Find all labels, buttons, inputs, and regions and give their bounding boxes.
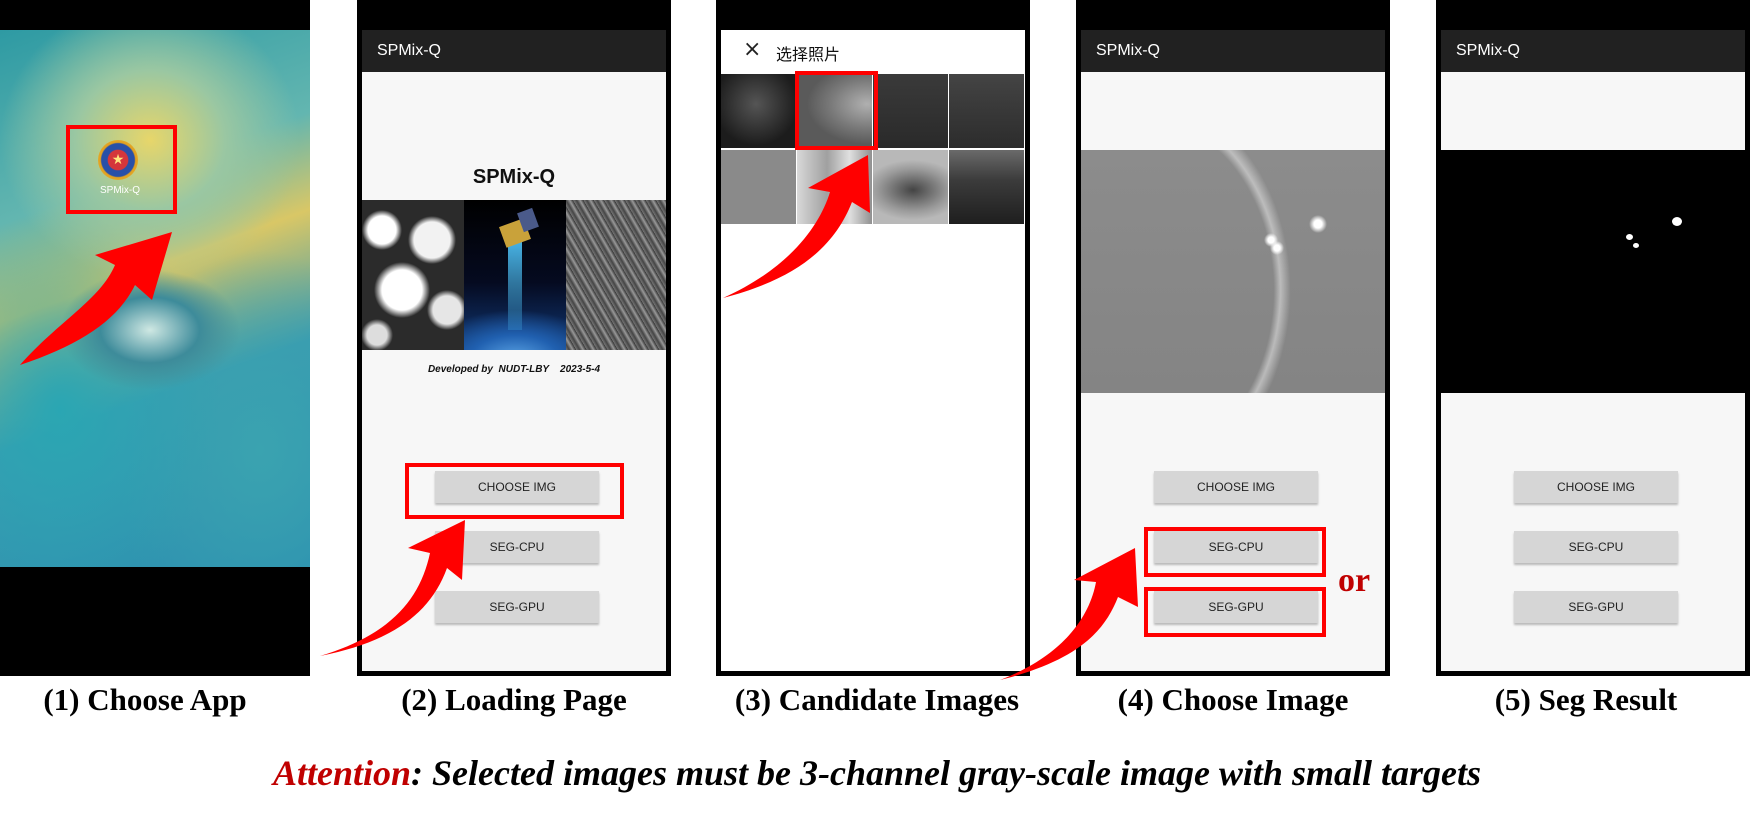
splash-title: SPMix-Q: [472, 166, 556, 188]
thumbnail-4[interactable]: [949, 74, 1024, 148]
attention-word: Attention: [273, 753, 412, 793]
highlight-selected-thumbnail: [795, 71, 878, 150]
highlight-seg-cpu-button: [1144, 527, 1326, 577]
close-icon[interactable]: ×: [743, 37, 761, 62]
phone-seg-result: SPMix-Q CHOOSE IMG SEG-CPU SEG-GPU: [1436, 0, 1750, 676]
phone-home-screen: ★ SPMix-Q: [0, 0, 310, 676]
satellite-beam: [508, 240, 522, 330]
choose-img-button[interactable]: CHOOSE IMG: [1514, 471, 1678, 503]
app-bar: SPMix-Q: [1441, 30, 1745, 72]
highlight-choose-img-button: [405, 463, 624, 519]
seg-result-screen: SPMix-Q CHOOSE IMG SEG-CPU SEG-GPU: [1441, 30, 1745, 671]
caption-seg-result: (5) Seg Result: [1494, 682, 1678, 717]
seg-gpu-button[interactable]: SEG-GPU: [435, 591, 599, 623]
target-blob-3: [1633, 243, 1639, 248]
caption-choose-app: (1) Choose App: [43, 682, 247, 717]
selected-image-preview: [1081, 150, 1385, 393]
or-label: or: [1338, 562, 1371, 599]
thumbnail-1[interactable]: [721, 74, 796, 148]
app-bar: SPMix-Q: [1081, 30, 1385, 72]
banner-terrain-image: [566, 200, 666, 350]
highlight-seg-gpu-button: [1144, 587, 1326, 637]
attention-note: Attention: Selected images must be 3-cha…: [0, 752, 1754, 794]
banner-satellite-image: [464, 200, 566, 350]
loading-screen: SPMix-Q SPMix-Q Developed by NUDT-LBY 20…: [362, 30, 666, 671]
seg-cpu-button[interactable]: SEG-CPU: [1514, 531, 1678, 563]
caption-loading-page: (2) Loading Page: [401, 682, 627, 717]
app-bar: SPMix-Q: [362, 30, 666, 72]
thumbnail-6[interactable]: [797, 150, 872, 224]
picker-title: 选择照片: [776, 45, 841, 64]
target-blob-1: [1672, 217, 1682, 226]
choose-img-button[interactable]: CHOOSE IMG: [1154, 471, 1318, 503]
thumbnail-7[interactable]: [873, 150, 948, 224]
wallpaper: [0, 30, 310, 567]
phone-photo-picker: × 选择照片: [716, 0, 1030, 676]
picker-header: × 选择照片: [721, 30, 1025, 72]
target-blob-2: [1626, 234, 1633, 240]
caption-candidate-images: (3) Candidate Images: [734, 682, 1020, 717]
thumbnail-5[interactable]: [721, 150, 796, 224]
thumbnail-3[interactable]: [873, 74, 948, 148]
thumbnail-8[interactable]: [949, 150, 1024, 224]
seg-cpu-button[interactable]: SEG-CPU: [435, 531, 599, 563]
banner-clouds-image: [362, 200, 464, 350]
highlight-app-icon: [66, 125, 177, 214]
phone-loading-page: SPMix-Q SPMix-Q Developed by NUDT-LBY 20…: [357, 0, 671, 676]
caption-choose-image: (4) Choose Image: [1117, 682, 1349, 717]
attention-text: : Selected images must be 3-channel gray…: [411, 753, 1481, 793]
segmentation-mask: [1441, 150, 1745, 393]
developer-credit: Developed by NUDT-LBY 2023-5-4: [427, 364, 601, 375]
seg-gpu-button[interactable]: SEG-GPU: [1514, 591, 1678, 623]
